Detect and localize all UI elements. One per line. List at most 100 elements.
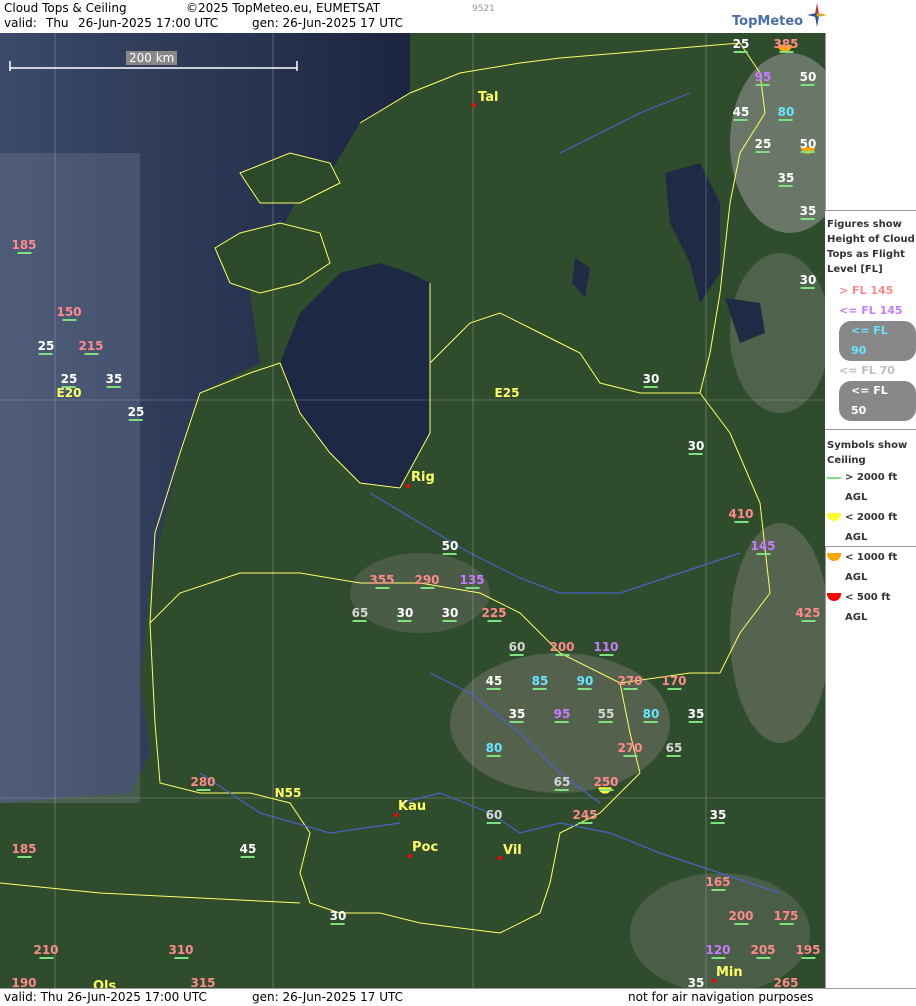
cloud-top-value: 410 xyxy=(728,507,754,521)
header-bar: Cloud Tops & Ceiling ©2025 TopMeteo.eu, … xyxy=(0,0,916,34)
cloud-top-value: 30 xyxy=(642,372,660,386)
road-label: E20 xyxy=(56,386,82,400)
legend-ceiling-row: < 2000 ft AGL xyxy=(825,508,916,548)
cloud-top-value: 45 xyxy=(732,105,750,119)
cloud-top-value: 80 xyxy=(777,105,795,119)
cloud-top-value: 135 xyxy=(459,573,485,587)
cloud-top-value: 205 xyxy=(750,943,776,957)
cloud-top-value: 35 xyxy=(105,372,123,386)
cloud-top-value: 165 xyxy=(705,875,731,889)
legend-ceiling-row: < 500 ft AGL xyxy=(825,588,916,628)
cloud-top-value: 85 xyxy=(531,674,549,688)
cloud-top-value: 175 xyxy=(773,909,799,923)
legend-tops-label: <= FL 90 xyxy=(839,321,916,361)
city-label: Kau xyxy=(398,799,427,814)
cloud-top-value: 30 xyxy=(396,606,414,620)
legend-tops-row: <= FL 70 xyxy=(825,361,916,381)
cloud-top-value: 45 xyxy=(239,842,257,856)
cloud-top-value: 60 xyxy=(485,808,503,822)
legend-tops-row: <= FL 90 xyxy=(825,321,916,361)
legend-tops-row: > FL 145 xyxy=(825,281,916,301)
cloud-top-value: 280 xyxy=(190,775,216,789)
cloud-top-value: 55 xyxy=(597,707,615,721)
cloud-top-value: 95 xyxy=(553,707,571,721)
cloud-top-value: 25 xyxy=(754,137,772,151)
cloud-top-value: 310 xyxy=(168,943,194,957)
cloud-top-value: 50 xyxy=(441,539,459,553)
cloud-top-value: 35 xyxy=(688,976,705,988)
legend-title-line: Level [FL] xyxy=(827,264,883,275)
cloud-top-value: 35 xyxy=(799,204,817,218)
cloud-top-value: 120 xyxy=(705,943,731,957)
footer-bar: valid: Thu 26-Jun-2025 17:00 UTC gen: 26… xyxy=(0,988,916,1006)
cloud-top-value: 65 xyxy=(351,606,369,620)
cloud-top-value: 145 xyxy=(750,539,776,553)
valid-time: 17:00 UTC xyxy=(156,16,219,30)
city-label: Tal xyxy=(478,90,499,105)
gen-time: gen: 26-Jun-2025 17 UTC xyxy=(252,16,404,30)
legend-ceiling-row: < 1000 ft AGL xyxy=(825,548,916,588)
ceiling-symbol-icon xyxy=(827,477,841,479)
legend-tops-label: <= FL 145 xyxy=(839,304,903,317)
ceiling-symbol-icon xyxy=(827,593,841,601)
legend-ceiling-label: < 2000 ft AGL xyxy=(845,512,898,543)
cloud-top-value: 35 xyxy=(709,808,727,822)
satellite-map[interactable]: 200 km Tal Rig Kau Poc Vil Min Ols E25 E20 N55 2… xyxy=(0,33,825,988)
cloud-top-value: 185 xyxy=(11,238,37,252)
legend-tops-label: <= FL 70 xyxy=(839,364,895,377)
cloud-top-value: 45 xyxy=(485,674,503,688)
cloud-top-value: 290 xyxy=(414,573,440,587)
legend-ceiling-label: < 1000 ft AGL xyxy=(845,552,898,583)
map-code: 9521 xyxy=(472,4,495,14)
cloud-top-value: 200 xyxy=(549,640,575,654)
road-label: N55 xyxy=(274,786,302,800)
ceiling-symbol-icon xyxy=(827,513,841,521)
city-label: Rig xyxy=(411,470,435,485)
city-marker xyxy=(472,103,476,107)
legend-title-line: Symbols show xyxy=(827,440,908,451)
cloud-top-value: 355 xyxy=(369,573,395,587)
cloud-top-value: 265 xyxy=(773,976,798,988)
city-marker xyxy=(712,979,716,983)
compass-icon xyxy=(807,3,827,27)
logo-text: TopMeteo xyxy=(732,14,804,29)
legend-title-line: Tops as Flight xyxy=(827,249,905,260)
ceiling-symbol-icon xyxy=(827,553,841,561)
cloud-top-value: 245 xyxy=(572,808,598,822)
legend-tops-label: <= FL 50 xyxy=(839,381,916,421)
valid-date: 26-Jun-2025 xyxy=(78,16,152,30)
cloud-top-value: 90 xyxy=(576,674,594,688)
cloud-top-value: 425 xyxy=(795,606,821,620)
cloud-top-value: 65 xyxy=(665,741,683,755)
cloud-top-value: 210 xyxy=(33,943,59,957)
cloud-top-value: 215 xyxy=(78,339,104,353)
cloud-top-value: 95 xyxy=(754,70,772,84)
cloud-top-value: 170 xyxy=(661,674,687,688)
cloud-top-value: 190 xyxy=(11,976,36,988)
footer-note: not for air navigation purposes xyxy=(628,990,814,1004)
cloud-top-value: 195 xyxy=(795,943,821,957)
cloud-top-value: 35 xyxy=(508,707,526,721)
cloud-top-value: 80 xyxy=(642,707,660,721)
cloud-top-value: 25 xyxy=(127,405,145,419)
city-marker xyxy=(394,813,398,817)
cloud-top-value: 25 xyxy=(60,372,78,386)
cloud-top-value: 270 xyxy=(617,674,643,688)
cloud-top-value: 80 xyxy=(485,741,503,755)
cloud-top-value: 185 xyxy=(11,842,37,856)
cloud-top-value: 60 xyxy=(508,640,526,654)
city-marker xyxy=(406,484,410,488)
scale-label: 200 km xyxy=(126,51,178,65)
legend-tops-row: <= FL 50 xyxy=(825,381,916,421)
city-label: Ols xyxy=(93,979,117,988)
cloud-top-value: 200 xyxy=(728,909,754,923)
cloud-top-value: 250 xyxy=(593,775,619,789)
legend-ceiling-row: > 2000 ft AGL xyxy=(825,468,916,508)
legend-title-line: Figures show xyxy=(827,219,902,230)
valid-day: Thu xyxy=(46,16,69,30)
cloud-top-value: 385 xyxy=(773,37,799,51)
footer-valid: valid: Thu 26-Jun-2025 17:00 UTC xyxy=(4,990,207,1004)
topmeteo-logo[interactable]: TopMeteo xyxy=(732,14,803,29)
cloud-top-value: 110 xyxy=(593,640,619,654)
cloud-top-value: 30 xyxy=(687,439,705,453)
